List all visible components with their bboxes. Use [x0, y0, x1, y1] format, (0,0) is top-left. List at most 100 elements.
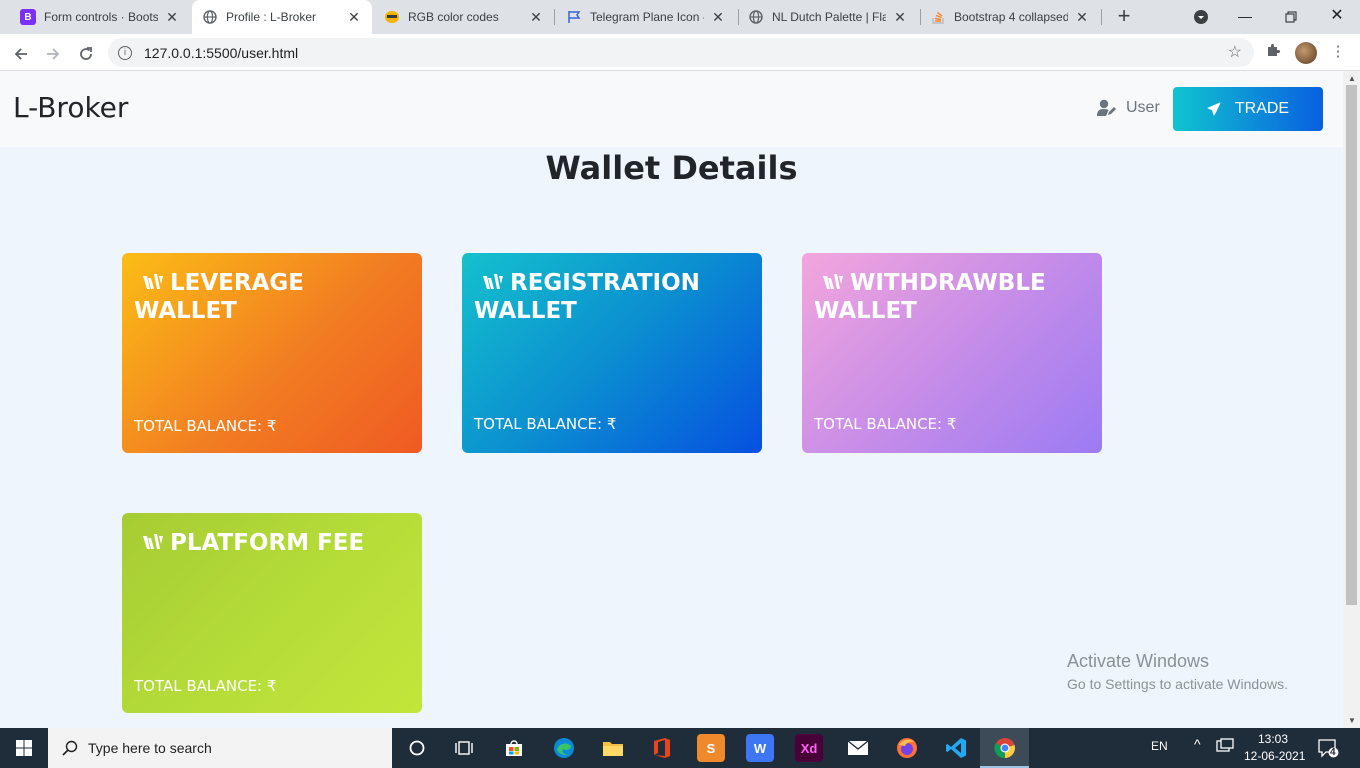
- tab-separator: [554, 9, 555, 25]
- watermark-subtitle: Go to Settings to activate Windows.: [1067, 676, 1288, 692]
- arrow-right-icon: [47, 47, 60, 60]
- sublime-text-icon[interactable]: S: [697, 734, 725, 762]
- leverage-wallet-card[interactable]: LEVERAGE WALLET TOTAL BALANCE: ₹: [122, 253, 422, 453]
- network-icon[interactable]: [1216, 738, 1234, 757]
- registration-wallet-card[interactable]: REGISTRATION WALLET TOTAL BALANCE: ₹: [462, 253, 762, 453]
- close-tab-icon[interactable]: ✕: [892, 9, 908, 26]
- globe-icon: [202, 9, 218, 25]
- arrow-left-icon: [14, 47, 27, 60]
- withdrawable-wallet-card[interactable]: WITHDRAWBLE WALLET TOTAL BALANCE: ₹: [802, 253, 1102, 453]
- flag-favicon-icon: [566, 9, 582, 25]
- tab-form-controls[interactable]: B Form controls · Bootst ✕: [10, 0, 190, 34]
- tab-search-button[interactable]: [1178, 0, 1224, 34]
- site-info-icon[interactable]: i: [118, 45, 132, 60]
- tab-dutch-palette[interactable]: NL Dutch Palette | Flat ✕: [738, 0, 918, 34]
- scrollbar-thumb[interactable]: [1346, 85, 1357, 605]
- restore-window-button[interactable]: [1268, 0, 1314, 34]
- clock-time[interactable]: 13:03: [1258, 732, 1288, 746]
- trade-button-label: TRADE: [1234, 100, 1290, 117]
- wps-writer-icon[interactable]: W: [746, 734, 774, 762]
- platform-fee-card[interactable]: PLATFORM FEE TOTAL BALANCE: ₹: [122, 513, 422, 713]
- wallet-total-balance: TOTAL BALANCE: ₹: [134, 417, 277, 435]
- close-tab-icon[interactable]: ✕: [1074, 9, 1090, 26]
- close-tab-icon[interactable]: ✕: [710, 9, 726, 26]
- mail-icon[interactable]: [844, 734, 872, 762]
- clock-date[interactable]: 12-06-2021: [1244, 749, 1305, 763]
- wallet-logo-icon: [143, 274, 163, 289]
- wallet-total-balance: TOTAL BALANCE: ₹: [474, 415, 617, 433]
- wallet-card-title-text: PLATFORM FEE: [170, 530, 365, 556]
- wallet-logo-icon: [823, 274, 843, 289]
- wallet-logo-icon: [143, 534, 163, 549]
- edge-browser-icon[interactable]: [550, 734, 578, 762]
- notification-center-icon[interactable]: 4: [1318, 739, 1340, 762]
- url-text: 127.0.0.1:5500/user.html: [144, 44, 299, 61]
- new-tab-button[interactable]: +: [1112, 4, 1136, 28]
- bookmark-star-icon[interactable]: ☆: [1228, 42, 1242, 62]
- close-tab-icon[interactable]: ✕: [528, 9, 544, 26]
- office-icon[interactable]: [648, 734, 676, 762]
- brand-logo-text[interactable]: L-Broker: [13, 91, 128, 124]
- start-button[interactable]: [0, 728, 48, 768]
- extensions-puzzle-icon[interactable]: [1263, 42, 1283, 62]
- scroll-up-arrow-icon[interactable]: ▲: [1348, 74, 1356, 83]
- tab-title: NL Dutch Palette | Flat: [772, 10, 886, 24]
- page-title: Wallet Details: [545, 149, 798, 187]
- tab-title: Profile : L-Broker: [226, 10, 317, 24]
- tab-title: Form controls · Bootst: [44, 10, 158, 24]
- site-navbar: L-Broker User TRADE: [0, 71, 1343, 147]
- tab-title: Telegram Plane Icon -: [590, 10, 704, 24]
- scroll-down-arrow-icon[interactable]: ▼: [1348, 716, 1356, 725]
- paper-plane-icon: [1207, 102, 1221, 116]
- activate-windows-watermark: Activate Windows Go to Settings to activ…: [1067, 651, 1288, 692]
- trade-button[interactable]: TRADE: [1173, 87, 1323, 131]
- tab-title: RGB color codes: [408, 10, 499, 24]
- search-icon: [62, 740, 78, 756]
- show-hidden-icons-chevron-icon[interactable]: ^: [1194, 736, 1201, 752]
- reload-button[interactable]: [73, 40, 99, 66]
- taskbar-search-input[interactable]: Type here to search: [48, 728, 392, 768]
- tab-separator: [1101, 9, 1102, 25]
- user-link-label: User: [1126, 99, 1160, 116]
- wallet-card-title: PLATFORM FEE: [134, 529, 414, 557]
- profile-avatar[interactable]: [1295, 42, 1317, 64]
- adobe-xd-icon[interactable]: Xd: [795, 734, 823, 762]
- task-view-icon[interactable]: [450, 734, 478, 762]
- language-indicator[interactable]: EN: [1151, 739, 1168, 753]
- tab-rgb-color-codes[interactable]: RGB color codes ✕: [374, 0, 554, 34]
- wallet-total-balance: TOTAL BALANCE: ₹: [134, 677, 277, 695]
- watermark-title: Activate Windows: [1067, 651, 1210, 671]
- chrome-icon[interactable]: [991, 734, 1019, 762]
- user-link[interactable]: User: [1097, 99, 1160, 117]
- tab-bootstrap-collapsed[interactable]: Bootstrap 4 collapsed ✕: [920, 0, 1100, 34]
- close-window-button[interactable]: ✕: [1314, 0, 1360, 34]
- globe-icon: [748, 9, 764, 25]
- forward-button[interactable]: [40, 40, 66, 66]
- tab-title: Bootstrap 4 collapsed: [954, 10, 1068, 24]
- tab-profile-l-broker[interactable]: Profile : L-Broker ✕: [192, 0, 372, 34]
- windows-taskbar: Type here to search S W Xd EN ^ 13:03 12…: [0, 728, 1360, 768]
- windows-logo-icon: [16, 740, 32, 756]
- browser-menu-icon[interactable]: ⋮: [1328, 42, 1348, 62]
- file-explorer-icon[interactable]: [599, 734, 627, 762]
- microsoft-store-icon[interactable]: [500, 734, 528, 762]
- cortana-icon[interactable]: [403, 734, 431, 762]
- browser-tab-strip: B Form controls · Bootst ✕ Profile : L-B…: [0, 0, 1360, 34]
- bootstrap-favicon-icon: B: [20, 9, 36, 25]
- minimize-window-button[interactable]: —: [1222, 0, 1268, 34]
- wallet-card-title: REGISTRATION WALLET: [474, 269, 754, 325]
- browser-toolbar: i 127.0.0.1:5500/user.html ☆ ⋮: [0, 34, 1360, 71]
- rgb-favicon-icon: [384, 9, 400, 25]
- close-tab-icon[interactable]: ✕: [346, 9, 362, 26]
- tab-telegram-plane-icon[interactable]: Telegram Plane Icon - ✕: [556, 0, 736, 34]
- close-tab-icon[interactable]: ✕: [164, 9, 180, 26]
- page-viewport: L-Broker User TRADE Wallet Details LEVER…: [0, 71, 1343, 728]
- wallet-card-title: LEVERAGE WALLET: [134, 269, 414, 325]
- address-bar[interactable]: i 127.0.0.1:5500/user.html ☆: [108, 38, 1254, 67]
- firefox-icon[interactable]: [893, 734, 921, 762]
- wallet-logo-icon: [483, 274, 503, 289]
- search-placeholder: Type here to search: [88, 740, 212, 756]
- vscode-icon[interactable]: [942, 734, 970, 762]
- back-button[interactable]: [8, 40, 34, 66]
- page-scrollbar[interactable]: ▲ ▼: [1343, 71, 1360, 728]
